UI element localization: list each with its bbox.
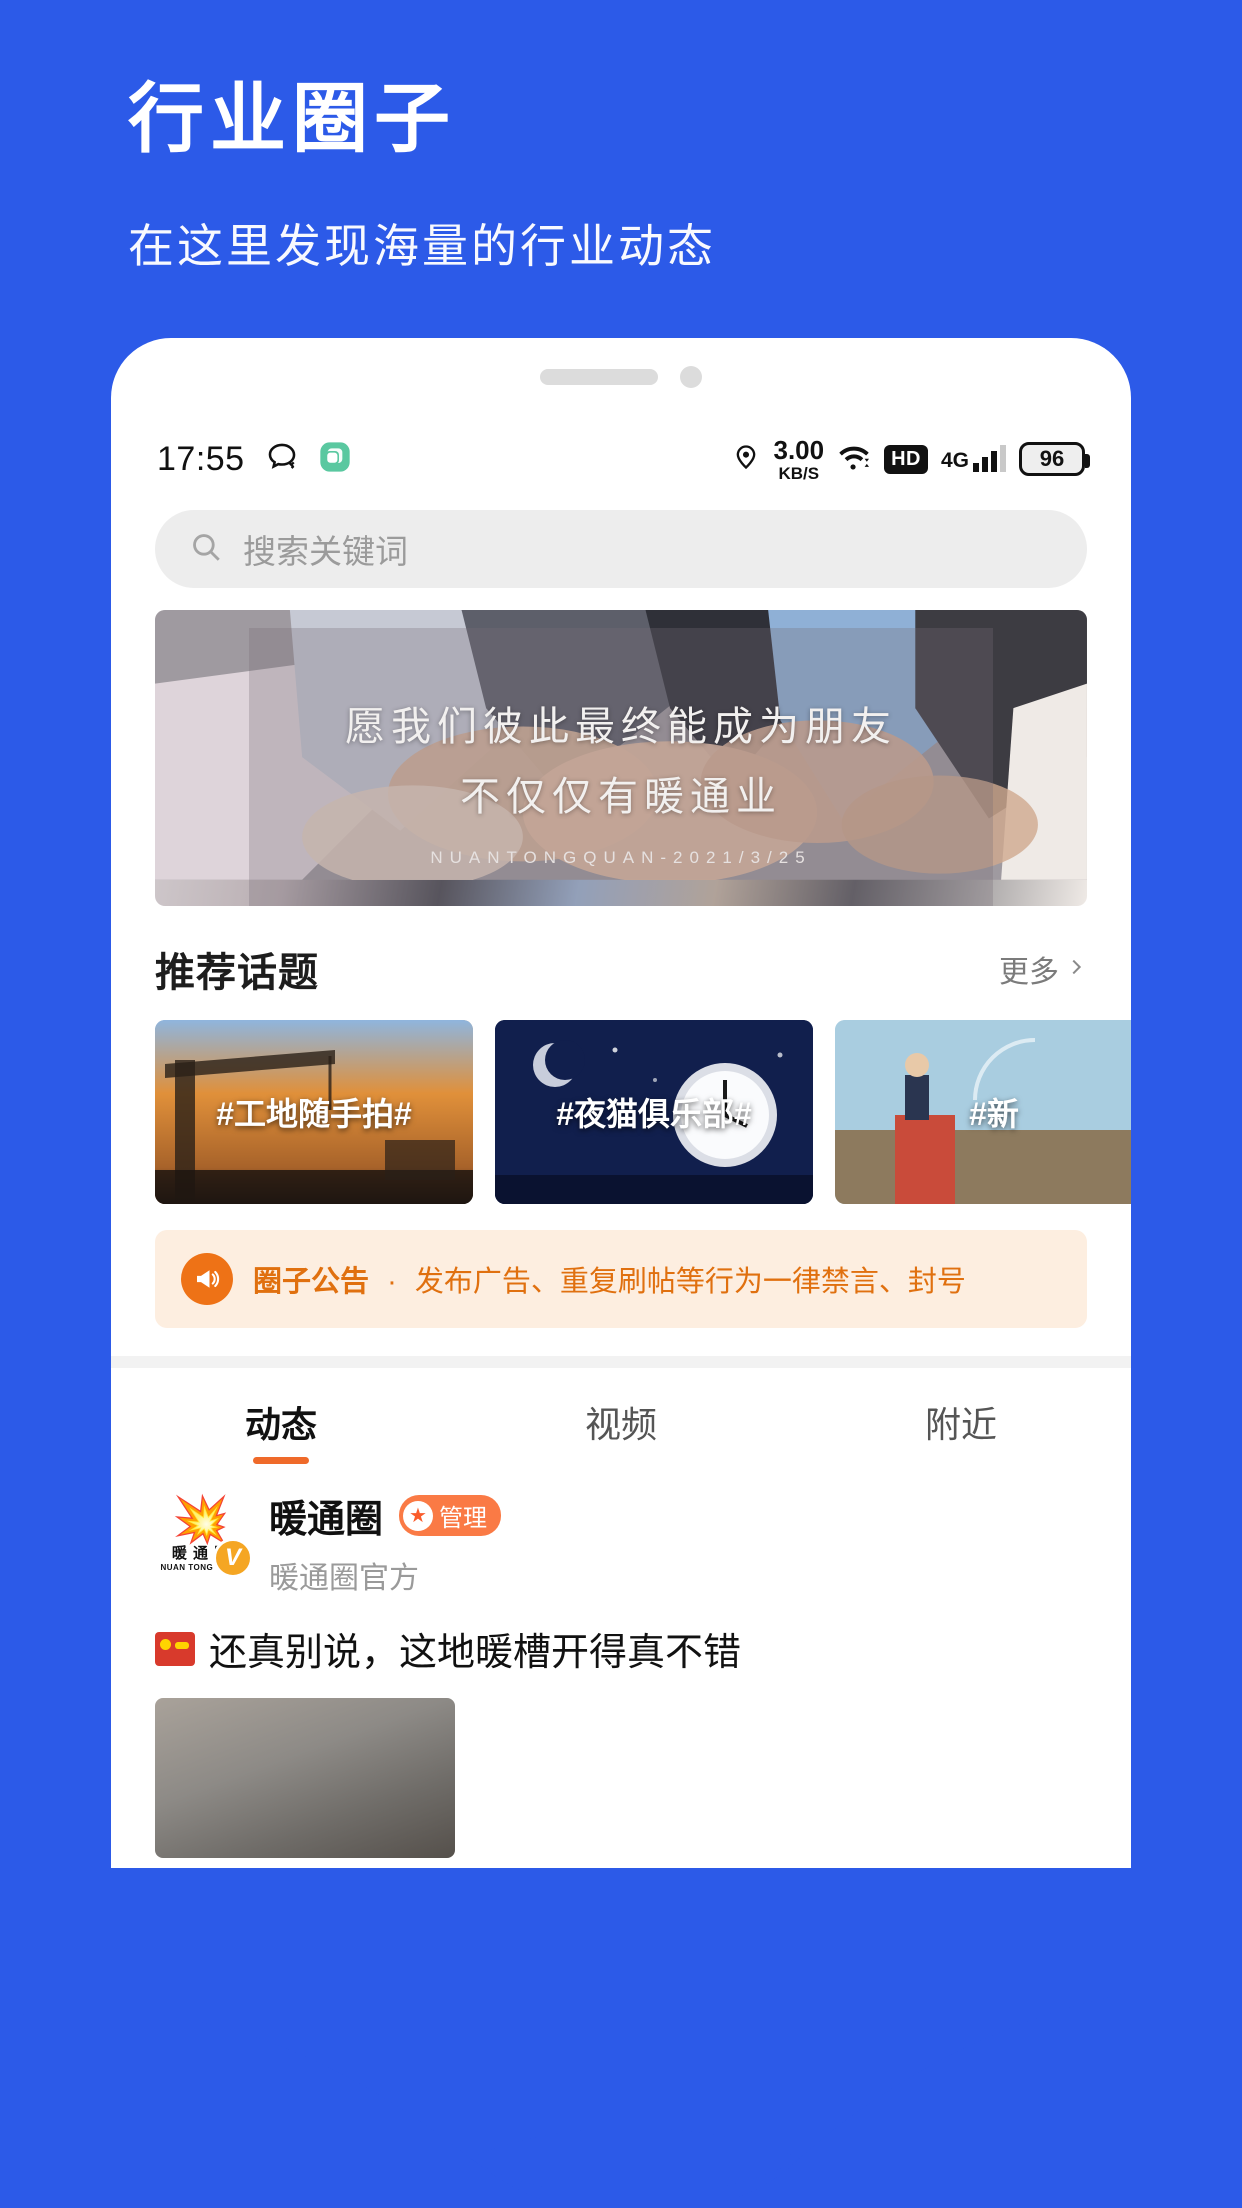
- notch-speaker-bar: [540, 369, 658, 385]
- post-author-meta: 暖通圈 ★ 管理 暖通圈官方: [269, 1488, 502, 1597]
- promo-header: 行业圈子 在这里发现海量的行业动态: [0, 0, 1242, 276]
- search-icon: [189, 530, 223, 569]
- admin-badge-label: 管理: [439, 1505, 488, 1532]
- chevron-right-icon: [1065, 952, 1087, 986]
- topic-card[interactable]: #新: [835, 1020, 1131, 1204]
- page-subtitle: 在这里发现海量的行业动态: [128, 219, 716, 272]
- signal-bars-icon: [973, 445, 1006, 472]
- topic-label: #新: [969, 1096, 1019, 1132]
- emoji-icon: [155, 1631, 195, 1666]
- chat-bubble-icon: [265, 440, 299, 479]
- announcement-text: 圈子公告 · 发布广告、重复刷帖等行为一律禁言、封号: [253, 1258, 966, 1300]
- topics-title: 推荐话题: [155, 951, 319, 995]
- tab-label: 附近: [924, 1404, 997, 1445]
- notch-camera-dot: [680, 366, 702, 388]
- avatar[interactable]: 💥 暖 通 圈 NUAN TONG QUAN V: [155, 1488, 253, 1580]
- flame-logo-icon: 💥: [172, 1493, 230, 1545]
- search-section: 搜索关键词: [111, 502, 1131, 588]
- status-badge: ★ 管理: [399, 1495, 502, 1536]
- topics-header: 推荐话题 更多: [111, 906, 1131, 998]
- status-time: 17:55: [157, 439, 245, 478]
- announcement-separator: ·: [387, 1266, 397, 1298]
- post-image[interactable]: [155, 1698, 455, 1858]
- tab-shipin[interactable]: 视频: [451, 1368, 791, 1464]
- hero-caption: NUANTONGQUAN-2021/3/25: [430, 848, 812, 867]
- section-divider: [111, 1356, 1131, 1368]
- hd-badge: HD: [884, 444, 928, 474]
- announcement-body: 发布广告、重复刷帖等行为一律禁言、封号: [414, 1266, 966, 1298]
- search-placeholder: 搜索关键词: [243, 533, 408, 570]
- topic-label: #夜猫俱乐部#: [556, 1096, 752, 1132]
- hero-line-1: 愿我们彼此最终能成为朋友: [345, 705, 897, 749]
- verified-badge-icon: V: [213, 1538, 253, 1578]
- battery-icon: 96: [1019, 442, 1090, 476]
- topics-more-button[interactable]: 更多: [999, 947, 1087, 991]
- tab-fujin[interactable]: 附近: [791, 1368, 1131, 1464]
- post-item[interactable]: 💥 暖 通 圈 NUAN TONG QUAN V 暖通圈 ★ 管理 暖通圈官方 …: [111, 1464, 1131, 1858]
- hero-banner-section: 愿我们彼此最终能成为朋友 不仅仅有暖通业 NUANTONGQUAN-2021/3…: [111, 588, 1131, 906]
- post-name-row: 暖通圈 ★ 管理: [269, 1488, 502, 1543]
- network-speed-value: 3.00: [773, 434, 825, 465]
- megaphone-icon: [181, 1253, 233, 1305]
- search-input[interactable]: 搜索关键词: [155, 510, 1087, 588]
- topics-more-label: 更多: [999, 956, 1059, 989]
- announcement-section: 圈子公告 · 发布广告、重复刷帖等行为一律禁言、封号: [111, 1204, 1131, 1328]
- phone-notch: [111, 338, 1131, 416]
- topic-label: #工地随手拍#: [216, 1096, 412, 1132]
- post-author-subtitle: 暖通圈官方: [269, 1562, 419, 1595]
- network-type-label: 4G: [940, 449, 969, 472]
- status-bar-right: 3.00 KB/S HD 4G 96: [732, 437, 1090, 482]
- tab-label: 动态: [244, 1404, 317, 1445]
- post-body: 还真别说，这地暖槽开得真不错: [155, 1621, 1087, 1676]
- battery-level: 96: [1039, 446, 1065, 471]
- green-app-icon: [319, 441, 351, 478]
- cellular-signal: 4G: [940, 445, 1006, 472]
- announcement-bar[interactable]: 圈子公告 · 发布广告、重复刷帖等行为一律禁言、封号: [155, 1230, 1087, 1328]
- location-pin-icon: [732, 443, 760, 476]
- phone-mockup: 17:55 3.00 KB/S HD 4G 96 搜索关键词 愿我们彼此最终能成…: [111, 338, 1131, 1868]
- topic-card[interactable]: #工地随手拍#: [155, 1020, 473, 1204]
- network-speed: 3.00 KB/S: [773, 437, 824, 482]
- star-icon: ★: [403, 1500, 434, 1531]
- topics-list[interactable]: #工地随手拍# #夜猫俱乐部# #新: [111, 998, 1131, 1204]
- hero-banner[interactable]: 愿我们彼此最终能成为朋友 不仅仅有暖通业 NUANTONGQUAN-2021/3…: [155, 610, 1087, 906]
- page-title: 行业圈子: [128, 77, 456, 162]
- feed-tabs[interactable]: 动态 视频 附近: [111, 1368, 1131, 1464]
- network-speed-unit: KB/S: [778, 463, 820, 483]
- post-header: 💥 暖 通 圈 NUAN TONG QUAN V 暖通圈 ★ 管理 暖通圈官方: [155, 1488, 1087, 1597]
- status-bar: 17:55 3.00 KB/S HD 4G 96: [111, 416, 1131, 502]
- wifi-icon: [837, 442, 871, 477]
- topic-card[interactable]: #夜猫俱乐部#: [495, 1020, 813, 1204]
- tab-label: 视频: [584, 1404, 657, 1445]
- hero-line-2: 不仅仅有暖通业: [460, 775, 782, 819]
- post-author-name[interactable]: 暖通圈: [269, 1488, 383, 1543]
- announcement-title: 圈子公告: [253, 1266, 370, 1298]
- post-content: 还真别说，这地暖槽开得真不错: [209, 1632, 742, 1674]
- tab-dongtai[interactable]: 动态: [111, 1368, 451, 1464]
- status-bar-left: 17:55: [157, 440, 351, 479]
